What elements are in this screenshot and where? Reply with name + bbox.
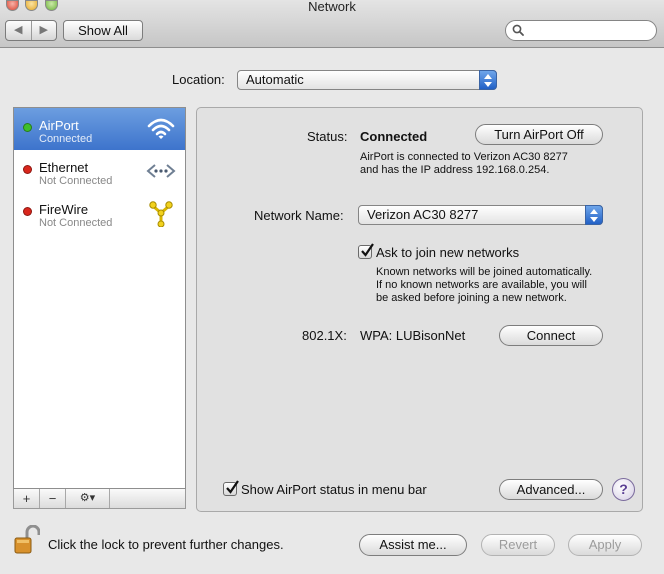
service-name: FireWire [39, 202, 89, 217]
ask-join-label[interactable]: Ask to join new networks [376, 245, 519, 260]
add-service-button[interactable]: + [14, 489, 40, 508]
revert-button[interactable]: Revert [481, 534, 555, 556]
popup-arrows-icon [585, 205, 603, 225]
status-dot-icon [23, 165, 32, 174]
lock-label: Click the lock to prevent further change… [48, 537, 284, 552]
status-description-line1: AirPort is connected to Verizon AC30 827… [360, 151, 568, 163]
status-description-line2: and has the IP address 192.168.0.254. [360, 164, 550, 176]
checkmark-icon [361, 243, 374, 257]
window-toolbar: Network ◀ ▶ Show All [0, 0, 664, 48]
ask-join-checkbox[interactable] [358, 243, 374, 259]
service-status: Not Connected [39, 175, 113, 187]
ask-join-description-line3: be asked before joining a new network. [376, 292, 567, 304]
service-item-airport[interactable]: AirPort Connected [14, 108, 185, 150]
show-status-checkbox[interactable] [223, 480, 239, 496]
assist-me-button[interactable]: Assist me... [359, 534, 467, 556]
show-status-label[interactable]: Show AirPort status in menu bar [241, 482, 427, 497]
ask-join-description-line1: Known networks will be joined automatica… [376, 266, 593, 278]
firewire-icon [149, 201, 173, 227]
advanced-button[interactable]: Advanced... [499, 479, 603, 500]
dot1x-label: 802.1X: [302, 328, 347, 343]
forward-button[interactable]: ▶ [32, 21, 57, 40]
service-name: Ethernet [39, 160, 89, 175]
service-item-ethernet[interactable]: Ethernet Not Connected [14, 150, 185, 192]
back-button[interactable]: ◀ [6, 21, 32, 40]
remove-service-button[interactable]: − [40, 489, 66, 508]
status-label: Status: [307, 129, 348, 144]
service-list-toolbar: + − ⚙▾ [13, 489, 186, 509]
service-name: AirPort [39, 118, 79, 133]
dot1x-value: WPA: LUBisonNet [360, 328, 466, 343]
ethernet-icon [146, 164, 176, 178]
connect-button[interactable]: Connect [499, 325, 603, 346]
window-title: Network [308, 0, 356, 14]
network-name-popup[interactable]: Verizon AC30 8277 [358, 205, 603, 225]
popup-arrows-icon [479, 70, 497, 90]
location-label: Location: [172, 72, 225, 87]
checkmark-icon [226, 480, 239, 494]
service-list: AirPort Connected Ethernet Not Connected… [13, 107, 186, 489]
service-status: Not Connected [39, 217, 113, 229]
service-action-menu-button[interactable]: ⚙▾ [66, 489, 110, 508]
turn-airport-off-button[interactable]: Turn AirPort Off [475, 124, 603, 145]
back-forward-control: ◀ ▶ [5, 20, 57, 41]
location-value: Automatic [246, 72, 304, 87]
apply-button[interactable]: Apply [568, 534, 642, 556]
search-icon [512, 24, 524, 36]
network-name-value: Verizon AC30 8277 [367, 207, 479, 222]
ask-join-description-line2: If no known networks are available, you … [376, 279, 587, 291]
network-name-label: Network Name: [254, 208, 344, 223]
status-dot-icon [23, 123, 32, 132]
show-all-button[interactable]: Show All [63, 20, 143, 41]
service-status: Connected [39, 133, 93, 145]
search-field[interactable] [505, 20, 657, 41]
wifi-icon [147, 118, 175, 139]
search-input[interactable] [528, 23, 650, 38]
location-popup[interactable]: Automatic [237, 70, 497, 90]
status-dot-icon [23, 207, 32, 216]
service-item-firewire[interactable]: FireWire Not Connected [14, 192, 185, 234]
lock-icon[interactable] [14, 525, 40, 555]
status-value: Connected [360, 129, 428, 144]
help-button[interactable]: ? [612, 478, 635, 501]
